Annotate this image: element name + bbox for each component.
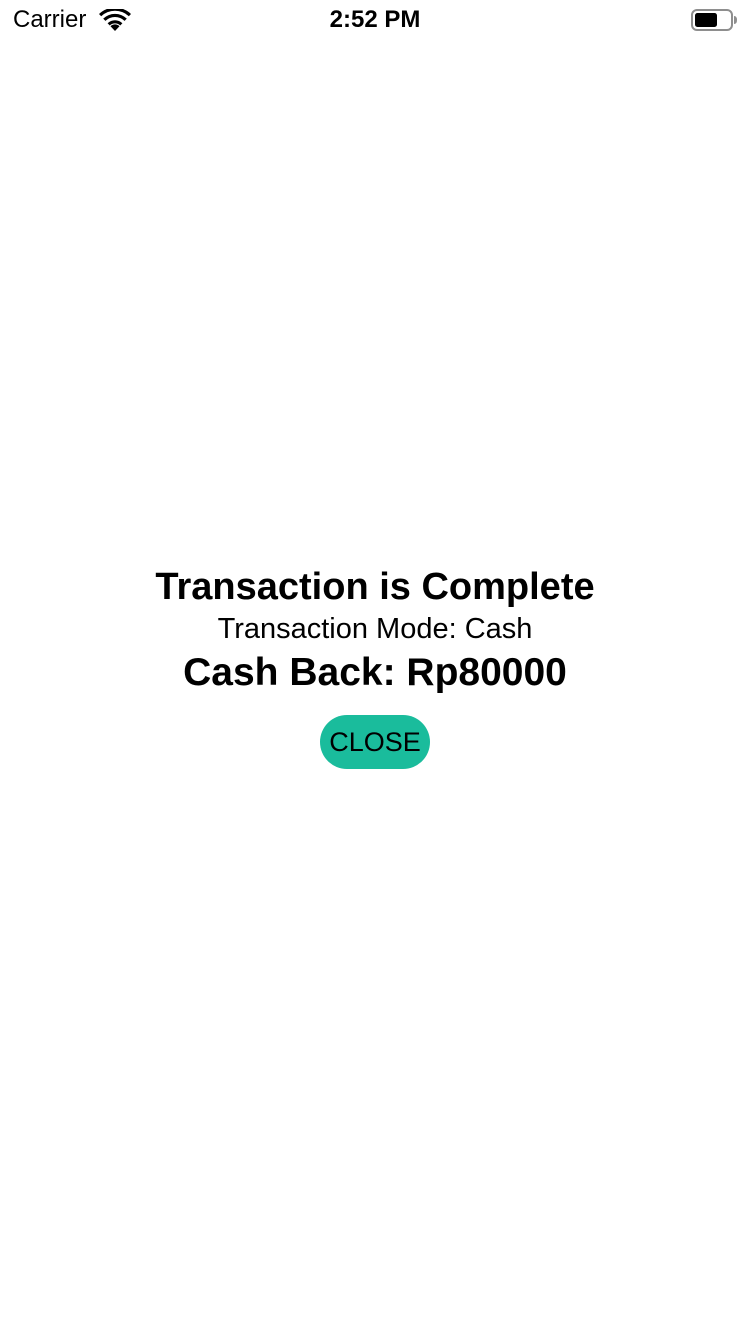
status-bar: Carrier 2:52 PM <box>0 0 750 40</box>
transaction-title: Transaction is Complete <box>155 566 595 608</box>
transaction-mode-text: Transaction Mode: Cash <box>217 613 533 645</box>
transaction-complete-panel: Transaction is Complete Transaction Mode… <box>0 563 750 769</box>
battery-icon <box>691 9 737 31</box>
close-button[interactable]: CLOSE <box>320 715 430 769</box>
status-time: 2:52 PM <box>329 6 421 33</box>
cash-back-text: Cash Back: Rp80000 <box>183 651 567 694</box>
